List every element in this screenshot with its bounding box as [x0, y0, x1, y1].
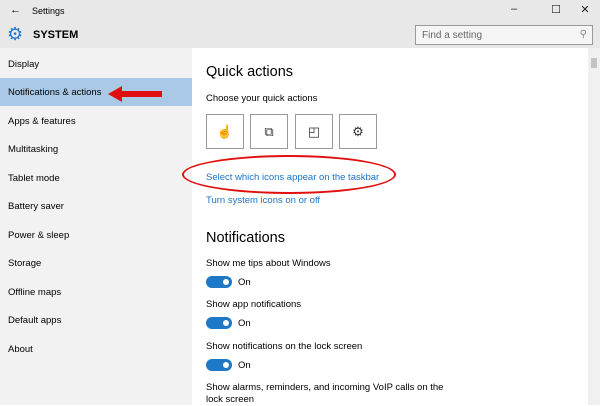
system-icons-link[interactable]: Turn system icons on or off — [206, 195, 320, 206]
toggle-state: On — [238, 277, 251, 288]
sidebar-item-tablet-mode[interactable]: Tablet mode — [0, 164, 192, 192]
red-ellipse-annotation — [182, 155, 396, 194]
red-arrow-annotation — [108, 86, 162, 102]
sidebar-item-offline-maps[interactable]: Offline maps — [0, 278, 192, 306]
quick-action-settings[interactable]: ⚙ — [339, 114, 377, 149]
search-input[interactable]: Find a setting ⚲ — [415, 25, 593, 45]
sidebar-item-power-sleep[interactable]: Power & sleep — [0, 221, 192, 249]
sidebar-item-battery-saver[interactable]: Battery saver — [0, 192, 192, 220]
quick-action-tablet-mode[interactable]: ☝ — [206, 114, 244, 149]
window-title: Settings — [32, 6, 65, 16]
setting-label: Show notifications on the lock screen — [206, 341, 363, 352]
minimize-button[interactable]: – — [504, 3, 524, 15]
tablet-mode-icon: ☝ — [216, 123, 234, 139]
setting-label: Show alarms, reminders, and incoming VoI… — [206, 382, 444, 405]
close-button[interactable]: ✕ — [575, 3, 595, 16]
quick-actions-subtitle: Choose your quick actions — [206, 93, 318, 104]
sidebar-item-about[interactable]: About — [0, 335, 192, 363]
quick-action-note[interactable]: ◰ — [295, 114, 333, 149]
lock-screen-toggle[interactable] — [206, 359, 232, 371]
scrollbar[interactable] — [588, 48, 600, 405]
quick-action-connect[interactable]: ⧉ — [250, 114, 288, 149]
quick-actions-heading: Quick actions — [206, 64, 294, 80]
tips-toggle[interactable] — [206, 276, 232, 288]
sidebar-item-display[interactable]: Display — [0, 50, 192, 78]
settings-icon: ⚙ — [352, 123, 364, 139]
sidebar-item-default-apps[interactable]: Default apps — [0, 306, 192, 334]
header: ⚙ SYSTEM Find a setting ⚲ — [0, 22, 600, 48]
note-icon: ◰ — [307, 123, 321, 139]
connect-icon: ⧉ — [264, 123, 274, 139]
maximize-button[interactable]: ☐ — [546, 3, 566, 16]
sidebar-item-apps[interactable]: Apps & features — [0, 107, 192, 135]
title-bar: ← Settings – ☐ ✕ — [0, 0, 600, 22]
gear-icon: ⚙ — [7, 24, 24, 44]
setting-label: Show me tips about Windows — [206, 258, 331, 269]
toggle-state: On — [238, 360, 251, 371]
toggle-state: On — [238, 318, 251, 329]
setting-label: Show app notifications — [206, 299, 302, 310]
sidebar-item-multitasking[interactable]: Multitasking — [0, 135, 192, 163]
sidebar-item-storage[interactable]: Storage — [0, 249, 192, 277]
main-content: Quick actions Choose your quick actions … — [192, 48, 588, 405]
scrollbar-thumb[interactable] — [591, 58, 597, 68]
search-icon[interactable]: ⚲ — [580, 29, 587, 40]
notifications-heading: Notifications — [206, 230, 285, 246]
back-button[interactable]: ← — [10, 4, 21, 16]
section-title: SYSTEM — [33, 29, 79, 41]
search-placeholder: Find a setting — [422, 30, 483, 41]
app-notifications-toggle[interactable] — [206, 317, 232, 329]
